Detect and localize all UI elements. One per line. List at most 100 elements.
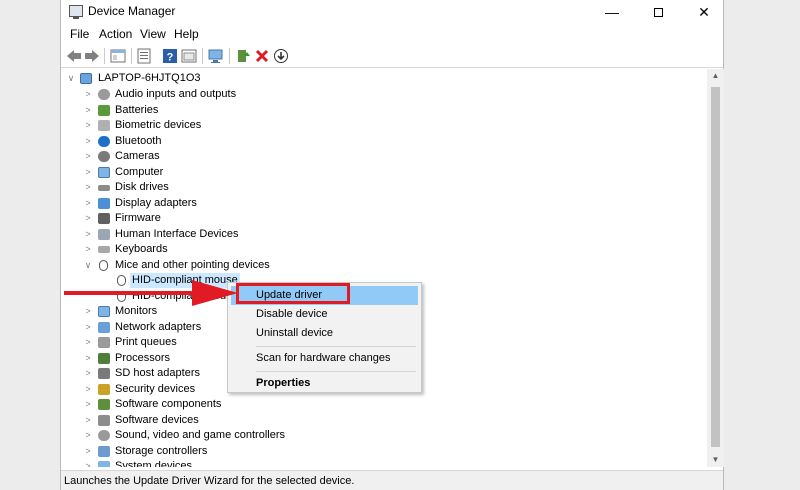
tree-root[interactable]: ∨ LAPTOP-6HJTQ1O3: [61, 71, 701, 86]
chevron-right-icon[interactable]: >: [83, 366, 93, 381]
view-icon[interactable]: [181, 48, 197, 64]
tree-item-label: Batteries: [115, 104, 159, 116]
menu-separator: [256, 346, 416, 347]
tree-item[interactable]: > Keyboards: [61, 242, 701, 257]
chevron-right-icon[interactable]: >: [83, 196, 93, 211]
tree-item[interactable]: > Software components: [61, 397, 701, 412]
tree-item-label: Sound, video and game controllers: [115, 429, 285, 441]
vertical-scrollbar[interactable]: ▲ ▼: [707, 69, 724, 467]
chevron-right-icon[interactable]: >: [83, 149, 93, 164]
scroll-up-icon[interactable]: ▲: [707, 69, 724, 83]
chevron-right-icon[interactable]: >: [83, 242, 93, 257]
chevron-right-icon[interactable]: >: [83, 335, 93, 350]
list-icon[interactable]: [136, 48, 152, 64]
tree-item[interactable]: > Audio inputs and outputs: [61, 87, 701, 102]
battery-icon: [98, 105, 110, 116]
status-text: Launches the Update Driver Wizard for th…: [64, 475, 355, 487]
tree-item-label: Audio inputs and outputs: [115, 88, 237, 100]
chevron-right-icon[interactable]: >: [83, 87, 93, 102]
help-icon[interactable]: ?: [162, 48, 178, 64]
hid-icon: [98, 229, 110, 240]
tree-item[interactable]: > Firmware: [61, 211, 701, 226]
chevron-down-icon[interactable]: ∨: [66, 71, 76, 86]
close-button[interactable]: ✕: [681, 0, 727, 24]
tree-item-label: Processors: [115, 352, 171, 364]
storage-controller-icon: [98, 446, 110, 457]
tree-item[interactable]: > Disk drives: [61, 180, 701, 195]
computer-icon: [98, 167, 110, 178]
menu-uninstall-device[interactable]: Uninstall device: [231, 324, 418, 343]
scroll-thumb[interactable]: [711, 87, 720, 447]
chevron-right-icon[interactable]: >: [83, 211, 93, 226]
maximize-button[interactable]: [635, 0, 681, 24]
menu-properties[interactable]: Properties: [231, 374, 418, 393]
status-bar: Launches the Update Driver Wizard for th…: [61, 470, 723, 490]
keyboard-icon: [98, 246, 110, 253]
tree-item[interactable]: > Software devices: [61, 413, 701, 428]
security-icon: [98, 384, 110, 395]
chevron-right-icon[interactable]: >: [83, 165, 93, 180]
chevron-right-icon[interactable]: >: [83, 320, 93, 335]
tree-item-label: Software devices: [115, 414, 199, 426]
toolbar: ?: [61, 44, 723, 68]
update-driver-icon[interactable]: [235, 48, 251, 64]
toolbar-separator: [104, 48, 105, 64]
chevron-right-icon[interactable]: >: [83, 444, 93, 459]
chevron-right-icon[interactable]: >: [83, 397, 93, 412]
menu-help[interactable]: Help: [174, 27, 199, 41]
chevron-right-icon[interactable]: >: [83, 118, 93, 133]
tree-item[interactable]: > Batteries: [61, 103, 701, 118]
tree-item-label: Disk drives: [115, 181, 169, 193]
chevron-right-icon[interactable]: >: [83, 382, 93, 397]
download-icon[interactable]: [273, 48, 289, 64]
tree-item-label: Security devices: [115, 383, 196, 395]
tree-item-label: Computer: [115, 166, 164, 178]
tree-item[interactable]: > Computer: [61, 165, 701, 180]
chevron-down-icon[interactable]: ∨: [83, 258, 93, 273]
maximize-icon: [653, 8, 663, 17]
tree-item-label: Network adapters: [115, 321, 202, 333]
tree-item-label: Software components: [115, 398, 222, 410]
menu-file[interactable]: File: [70, 27, 89, 41]
toolbar-separator: [202, 48, 203, 64]
menu-scan-hardware[interactable]: Scan for hardware changes: [231, 349, 418, 368]
title-bar: Device Manager — ✕: [61, 0, 723, 24]
device-manager-window: Device Manager — ✕ File Action View Help…: [60, 0, 724, 490]
properties-window-icon[interactable]: [110, 48, 126, 64]
annotation-arrow-icon: [64, 280, 238, 306]
tree-item[interactable]: ∨ Mice and other pointing devices: [61, 258, 701, 273]
chevron-right-icon[interactable]: >: [83, 413, 93, 428]
chevron-right-icon[interactable]: >: [83, 459, 93, 467]
chevron-right-icon[interactable]: >: [83, 351, 93, 366]
display-adapter-icon: [98, 198, 110, 209]
back-icon[interactable]: [66, 48, 82, 64]
tree-item[interactable]: > Display adapters: [61, 196, 701, 211]
minimize-button[interactable]: —: [589, 0, 635, 24]
menu-action[interactable]: Action: [99, 27, 132, 41]
menu-view[interactable]: View: [140, 27, 166, 41]
tree-item-label: System devices: [115, 460, 193, 467]
tree-item-label: Keyboards: [115, 243, 168, 255]
tree-item[interactable]: > System devices: [61, 459, 701, 467]
speaker-icon: [98, 89, 110, 100]
chevron-right-icon[interactable]: >: [83, 428, 93, 443]
tree-item-label: Firmware: [115, 212, 161, 224]
tree-item[interactable]: > Sound, video and game controllers: [61, 428, 701, 443]
chevron-right-icon[interactable]: >: [83, 227, 93, 242]
tree-item[interactable]: > Human Interface Devices: [61, 227, 701, 242]
tree-item[interactable]: > Storage controllers: [61, 444, 701, 459]
system-device-icon: [98, 461, 110, 467]
scan-hardware-icon[interactable]: [208, 48, 224, 64]
menu-disable-device[interactable]: Disable device: [231, 305, 418, 324]
forward-icon[interactable]: [84, 48, 100, 64]
tree-item[interactable]: > Bluetooth: [61, 134, 701, 149]
tree-item[interactable]: > Cameras: [61, 149, 701, 164]
chevron-right-icon[interactable]: >: [83, 103, 93, 118]
tree-item[interactable]: > Biometric devices: [61, 118, 701, 133]
window-title: Device Manager: [88, 4, 176, 18]
uninstall-icon[interactable]: [254, 48, 270, 64]
device-tree[interactable]: ∨ LAPTOP-6HJTQ1O3 > Audio inputs and out…: [61, 69, 707, 467]
chevron-right-icon[interactable]: >: [83, 134, 93, 149]
chevron-right-icon[interactable]: >: [83, 180, 93, 195]
scroll-down-icon[interactable]: ▼: [707, 453, 724, 467]
